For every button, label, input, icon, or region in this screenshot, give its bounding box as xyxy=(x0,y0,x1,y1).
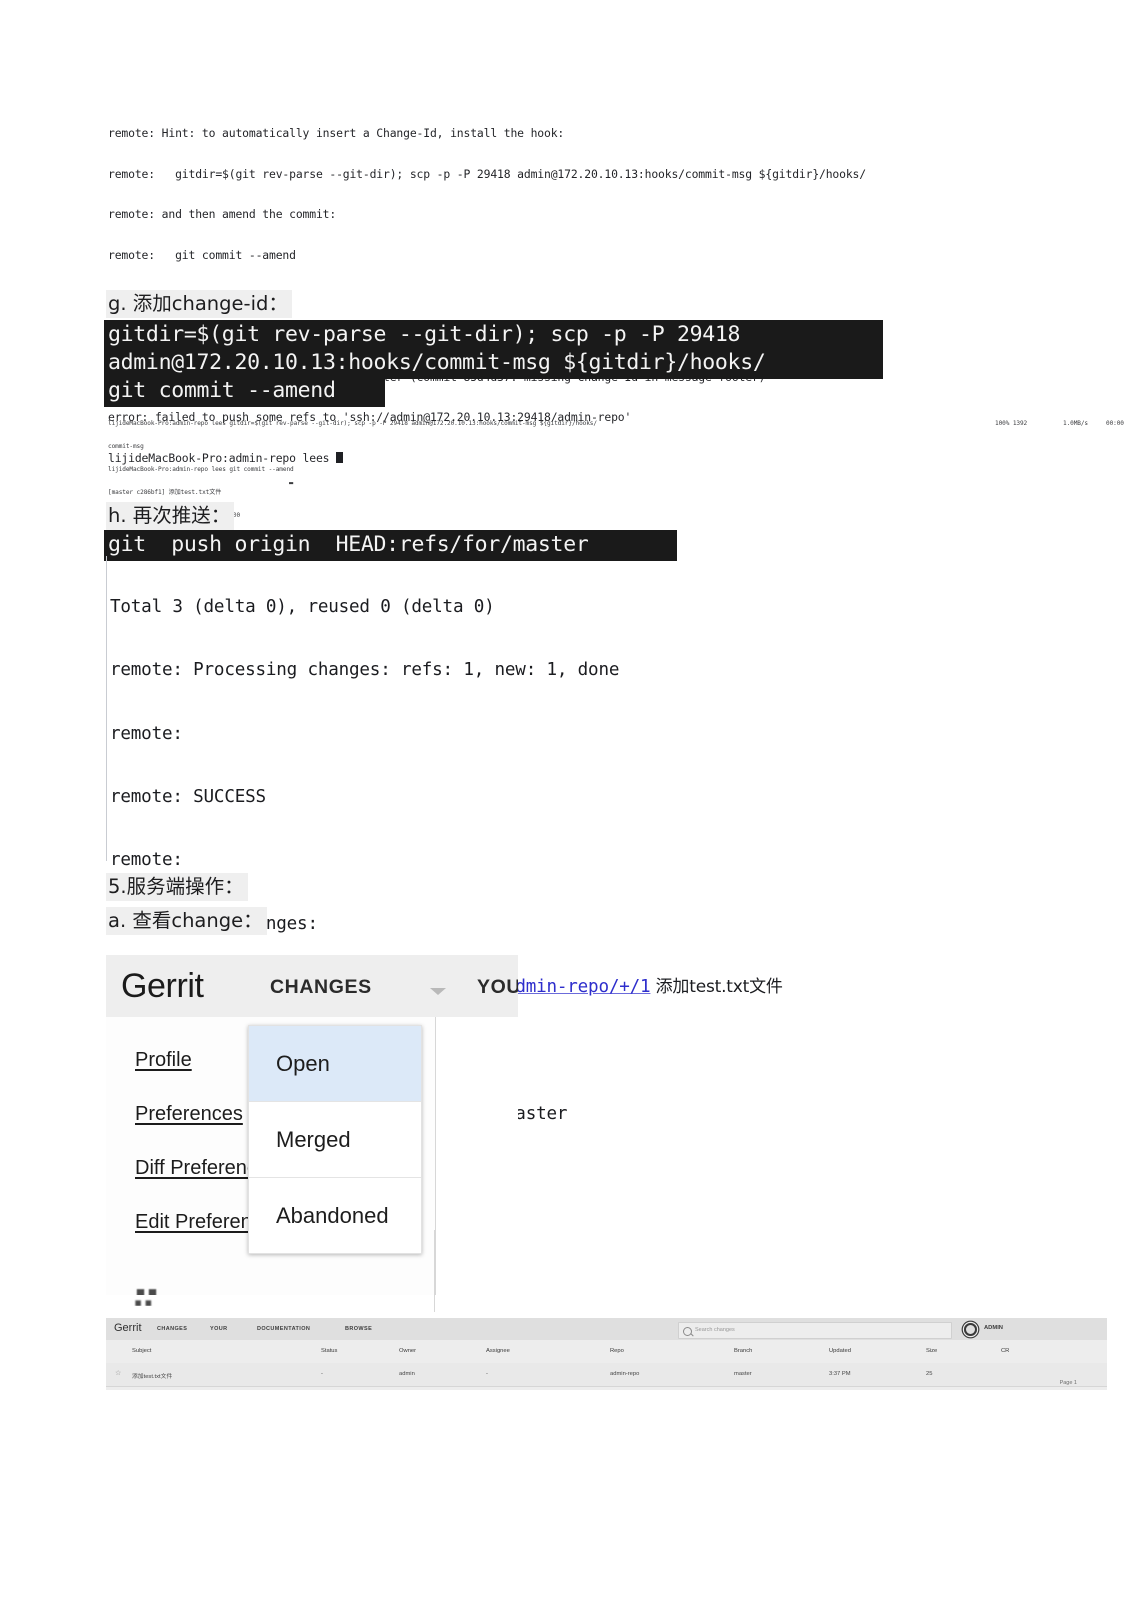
scp-transfer-percent: 100% 1392 xyxy=(995,420,1028,427)
nav-item-your-small[interactable]: YOUR xyxy=(210,1326,228,1332)
column-header-cr[interactable]: CR xyxy=(1001,1348,1009,1354)
nav-item-your[interactable]: YOUR xyxy=(477,976,518,999)
gerrit-logo[interactable]: Gerrit xyxy=(121,967,204,1006)
terminal-line: remote: SUCCESS xyxy=(110,786,266,807)
command-git-push-origin: git push origin HEAD:refs/for/master xyxy=(104,530,677,561)
terminal-line: remote: xyxy=(110,723,183,744)
column-header-repo[interactable]: Repo xyxy=(610,1348,624,1354)
sidebar-item-cutoff: ▮▮ .... xyxy=(134,1297,186,1314)
column-header-size[interactable]: Size xyxy=(926,1348,937,1354)
nav-item-changes[interactable]: CHANGES xyxy=(270,976,372,999)
column-header-owner[interactable]: Owner xyxy=(399,1348,416,1354)
dropdown-item-open[interactable]: Open xyxy=(249,1026,421,1102)
star-icon[interactable]: ☆ xyxy=(115,1370,121,1377)
terminal-line: remote: Hint: to automatically insert a … xyxy=(108,126,565,141)
account-label[interactable]: ADMIN xyxy=(984,1325,1003,1331)
terminal-line: remote: and then amend the commit: xyxy=(108,207,337,222)
cell-owner: admin xyxy=(399,1371,415,1377)
column-header-status[interactable]: Status xyxy=(321,1348,337,1354)
terminal-line: commit-msg xyxy=(108,442,144,450)
heading-section-5a: a. 查看change： xyxy=(106,907,267,935)
document-page: remote: Hint: to automatically insert a … xyxy=(0,0,1131,1600)
terminal-cursor-amend: ▬ xyxy=(289,479,294,487)
cell-assignee: - xyxy=(486,1371,488,1377)
dropdown-item-merged[interactable]: Merged xyxy=(249,1102,421,1178)
column-header-assignee[interactable]: Assignee xyxy=(486,1348,510,1354)
command-gitdir-line-2: admin@172.20.10.13:hooks/commit-msg ${gi… xyxy=(104,348,883,379)
sidebar-item-preferences[interactable]: Preferences xyxy=(135,1103,243,1126)
terminal-line: [master c286bf1] 添加test.txt文件 xyxy=(108,489,222,497)
screenshot-edge xyxy=(106,556,107,861)
command-git-commit-amend: git commit --amend xyxy=(104,376,385,407)
cell-branch: master xyxy=(734,1371,752,1377)
nav-item-browse-small[interactable]: BROWSE xyxy=(345,1326,372,1332)
gerrit-screenshot-changes-list: Gerrit CHANGES YOUR DOCUMENTATION BROWSE… xyxy=(106,1318,1107,1390)
terminal-line: Total 3 (delta 0), reused 0 (delta 0) xyxy=(110,596,495,617)
changes-dropdown-menu[interactable]: Open Merged Abandoned xyxy=(248,1025,422,1254)
gerrit-full-header: Gerrit CHANGES YOUR DOCUMENTATION BROWSE… xyxy=(106,1318,1107,1340)
sidebar-item-truncated[interactable]: ▮▮ .... xyxy=(135,1283,192,1295)
search-input[interactable]: Search changes xyxy=(678,1322,952,1339)
nav-item-changes-small[interactable]: CHANGES xyxy=(157,1326,187,1332)
column-header-updated[interactable]: Updated xyxy=(829,1348,851,1354)
cell-status: - xyxy=(321,1371,323,1377)
terminal-line: lijideMacBook-Pro:admin-repo lees gitdir… xyxy=(108,419,597,427)
terminal-line: remote: Processing changes: refs: 1, new… xyxy=(110,660,620,681)
sidebar-item-profile[interactable]: Profile xyxy=(135,1049,192,1072)
dropdown-item-abandoned[interactable]: Abandoned xyxy=(249,1178,421,1253)
terminal-line: remote: git commit --amend xyxy=(108,248,296,263)
heading-section-h: h. 再次推送： xyxy=(106,502,235,530)
cell-repo: admin-repo xyxy=(610,1371,640,1377)
heading-section-g: g. 添加change-id： xyxy=(106,290,292,318)
terminal-line: lijideMacBook-Pro:admin-repo lees git co… xyxy=(108,465,294,473)
command-gitdir-line-1: gitdir=$(git rev-parse --git-dir); scp -… xyxy=(104,320,883,351)
column-header-subject[interactable]: Subject xyxy=(132,1348,151,1354)
search-placeholder: Search changes xyxy=(695,1326,735,1333)
terminal-line: remote: gitdir=$(git rev-parse --git-dir… xyxy=(108,166,866,181)
cell-updated: 3:37 PM xyxy=(829,1371,851,1377)
heading-section-5: 5.服务端操作： xyxy=(106,873,248,901)
column-header-branch[interactable]: Branch xyxy=(734,1348,752,1354)
scp-transfer-rate: 1.0MB/s xyxy=(1063,420,1088,427)
nav-item-documentation-small[interactable]: DOCUMENTATION xyxy=(257,1326,310,1332)
change-subject-text: 添加test.txt文件 xyxy=(650,977,783,998)
gear-icon[interactable] xyxy=(964,1323,977,1336)
scp-transfer-time: 00:00 xyxy=(1106,420,1124,427)
cell-size: 25 xyxy=(926,1371,933,1377)
cell-subject[interactable]: 添加test.txt文件 xyxy=(132,1371,172,1380)
gerrit-screenshot-zoomed: Gerrit CHANGES YOUR Profile Preferences … xyxy=(106,955,518,1295)
pager-label[interactable]: Page 1 xyxy=(1060,1380,1077,1386)
table-header-row: Subject Status Owner Assignee Repo Branc… xyxy=(106,1340,1107,1364)
gerrit-logo-small[interactable]: Gerrit xyxy=(114,1322,142,1334)
terminal-line: remote: xyxy=(110,850,183,871)
sidebar-divider xyxy=(434,1230,435,1312)
table-bottom-divider xyxy=(106,1386,1107,1387)
table-row[interactable]: ☆ 添加test.txt文件 - admin - admin-repo mast… xyxy=(106,1363,1107,1387)
search-icon xyxy=(683,1326,692,1336)
gerrit-header-bar: Gerrit CHANGES YOUR xyxy=(106,955,518,1017)
chevron-down-icon[interactable] xyxy=(430,988,446,995)
